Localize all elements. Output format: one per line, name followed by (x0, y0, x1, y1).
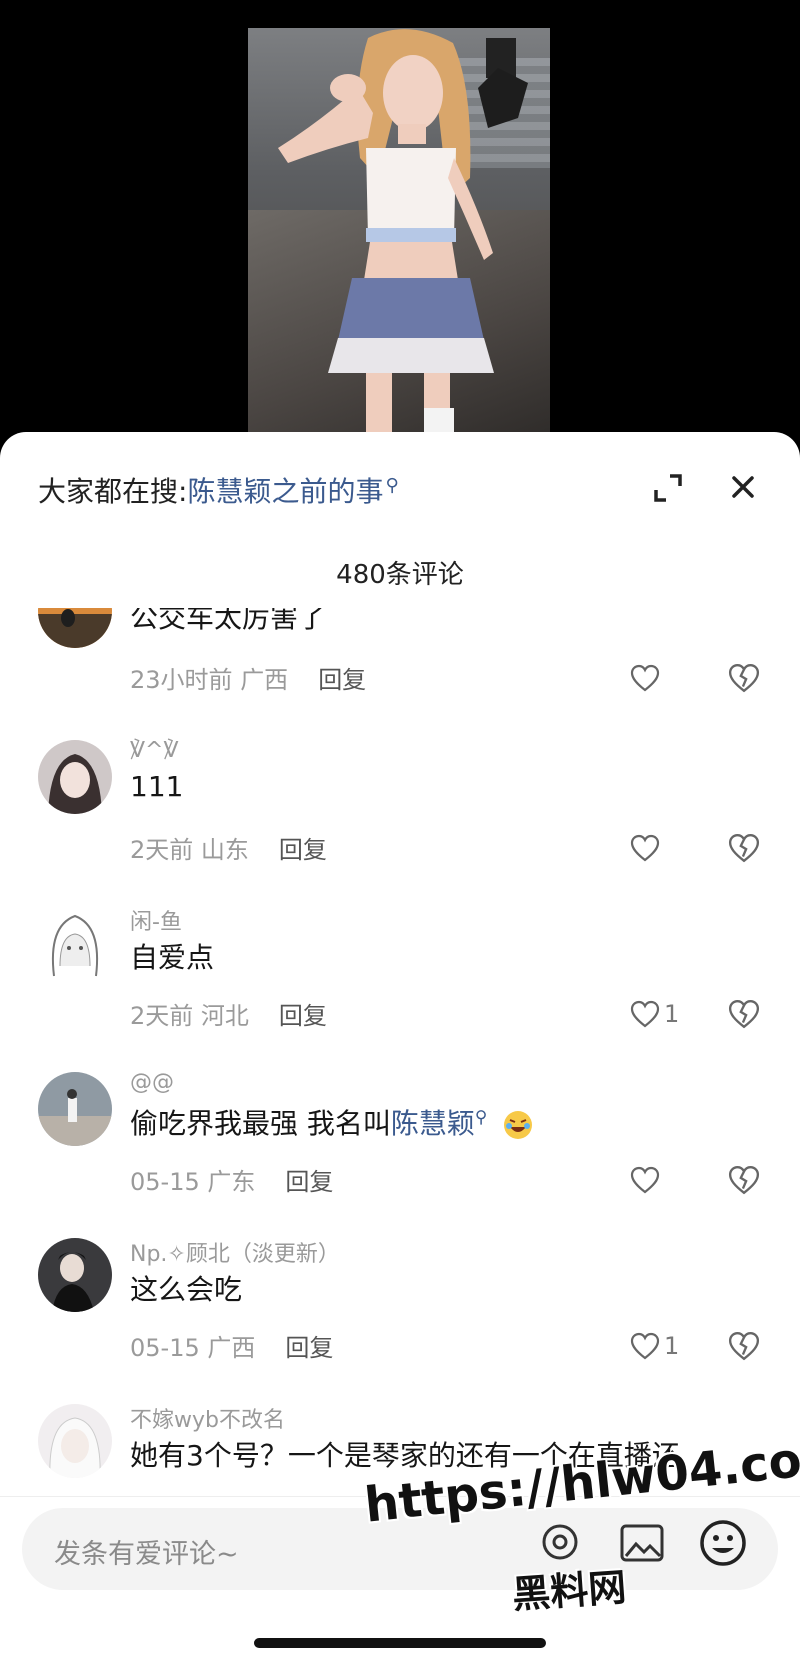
comment-time: 2天前 (130, 1002, 194, 1030)
comment-meta: 05-15 广西 回复 (130, 1328, 333, 1363)
comment-time: 2天前 (130, 836, 194, 864)
emoji-icon[interactable] (698, 1518, 748, 1568)
avatar[interactable] (38, 1404, 112, 1478)
broken-heart-icon[interactable] (728, 662, 760, 694)
broken-heart-icon[interactable] (728, 998, 760, 1030)
reply-button[interactable]: 回复 (285, 1168, 333, 1196)
laughing-emoji-icon (504, 1111, 533, 1139)
search-icon: ⚲ (385, 474, 399, 496)
reply-button[interactable]: 回复 (285, 1334, 333, 1362)
comment-item: 闲-鱼 自爱点 2天前 河北 回复 1 (0, 906, 800, 1072)
comment-item: Np.✧顾北（淡更新） 这么会吃 05-15 广西 回复 1 (0, 1238, 800, 1404)
comment-meta: 2天前 河北 回复 (130, 996, 327, 1031)
comment-username[interactable]: @@ (130, 1070, 174, 1095)
comment-item: ℣^℣ 111 2天前 山东 回复 (0, 738, 800, 906)
heart-icon (630, 1000, 660, 1028)
like-button[interactable] (630, 832, 664, 864)
comment-item: @@ 偷吃界我最强 我名叫陈慧颖⚲ 05-15 广东 回复 (0, 1070, 800, 1238)
comment-text: 111 (130, 770, 184, 803)
comment-item: 小七 公交车太厉害了 23小时前 广西回复 (0, 608, 800, 740)
reply-button[interactable]: 回复 (318, 666, 366, 694)
broken-heart-icon[interactable] (728, 1164, 760, 1196)
trending-search[interactable]: 大家都在搜:陈慧颖之前的事 ⚲ (38, 470, 399, 510)
comment-input-placeholder: 发条有爱评论~ (54, 1539, 239, 1570)
like-button[interactable] (630, 1164, 664, 1196)
comment-time: 05-15 (130, 1168, 200, 1196)
comment-username[interactable]: ℣^℣ (130, 738, 179, 763)
comment-meta: 2天前 山东 回复 (130, 830, 327, 865)
comment-count: 480条评论 (336, 560, 464, 590)
image-icon[interactable] (620, 1524, 664, 1562)
comment-text: 这么会吃 (130, 1273, 243, 1306)
comment-username[interactable]: 闲-鱼 (130, 904, 182, 936)
video-person-image (278, 29, 528, 440)
comment-region: 广西 (207, 1334, 256, 1362)
comment-region: 广东 (207, 1168, 256, 1196)
heart-icon (630, 664, 660, 692)
search-icon: ⚲ (474, 1107, 488, 1128)
comment-text: 公交车太厉害了 (130, 608, 327, 634)
close-icon[interactable] (726, 470, 760, 504)
reply-button[interactable]: 回复 (279, 1002, 327, 1030)
avatar[interactable] (38, 608, 112, 648)
like-button[interactable]: 1 (630, 1330, 679, 1362)
comment-time: 23小时前 (130, 666, 233, 694)
watermark-name: 黑料网 (510, 1565, 628, 1617)
reply-button[interactable]: 回复 (279, 836, 327, 864)
like-count: 1 (664, 1332, 680, 1360)
comment-username[interactable]: Np.✧顾北（淡更新） (130, 1236, 340, 1268)
trending-search-link[interactable]: 陈慧颖之前的事 (187, 475, 383, 508)
comment-region: 广西 (240, 666, 289, 694)
trending-search-prefix: 大家都在搜: (38, 475, 188, 508)
like-button[interactable] (630, 662, 664, 694)
comment-text: 自爱点 (130, 941, 215, 974)
comment-text: 偷吃界我最强 我名叫陈慧颖⚲ (130, 1102, 534, 1142)
broken-heart-icon[interactable] (728, 832, 760, 864)
home-indicator[interactable] (254, 1638, 546, 1648)
avatar[interactable] (38, 1238, 112, 1312)
video-frame (248, 28, 550, 440)
comment-search-link[interactable]: 陈慧颖 (391, 1107, 475, 1140)
broken-heart-icon[interactable] (728, 1330, 760, 1362)
avatar[interactable] (38, 740, 112, 814)
heart-icon (630, 1332, 660, 1360)
heart-icon (630, 1166, 660, 1194)
comment-region: 山东 (200, 836, 249, 864)
avatar[interactable] (38, 1072, 112, 1146)
avatar[interactable] (38, 906, 112, 980)
comment-time: 05-15 (130, 1334, 200, 1362)
comment-meta: 05-15 广东 回复 (130, 1162, 333, 1197)
comment-region: 河北 (200, 1002, 249, 1030)
expand-icon[interactable] (652, 472, 684, 504)
like-count: 1 (664, 1000, 680, 1028)
at-mention-icon[interactable] (540, 1522, 580, 1562)
heart-icon (630, 834, 660, 862)
comment-username[interactable]: 不嫁wyb不改名 (130, 1402, 285, 1434)
like-button[interactable]: 1 (630, 998, 679, 1030)
video-player[interactable] (0, 0, 800, 440)
comment-text-body: 偷吃界我最强 我名叫 (130, 1107, 391, 1140)
comment-meta: 23小时前 广西 回复 (130, 660, 366, 695)
